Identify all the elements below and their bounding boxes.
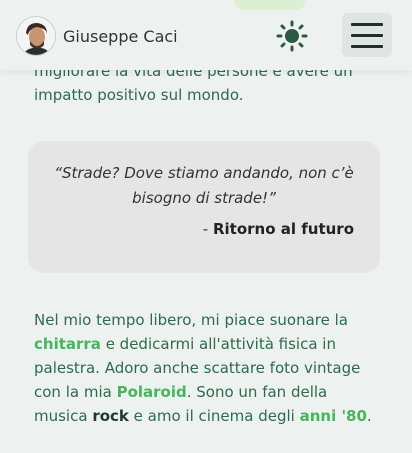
quote-box: “Strade? Dove stiamo andando, non c’è bi… <box>28 141 380 273</box>
quote-source-title: Ritorno al futuro <box>212 220 354 238</box>
hobbies-text: Nel mio tempo libero, mi piace suonare l… <box>34 311 348 329</box>
hamburger-menu-icon-bar <box>351 33 383 37</box>
avatar[interactable] <box>16 16 56 56</box>
highlight-guitar: chitarra <box>34 335 101 353</box>
site-header: Giuseppe Caci <box>0 0 412 70</box>
header-glow <box>235 0 305 10</box>
site-name[interactable]: Giuseppe Caci <box>63 27 178 46</box>
hamburger-menu-icon-bar <box>351 44 383 48</box>
highlight-eighties: anni '80 <box>299 407 367 425</box>
intro-line-2: impatto positivo sul mondo. <box>34 86 244 104</box>
quote-source: - Ritorno al futuro <box>203 220 354 238</box>
highlight-polaroid: Polaroid <box>116 383 187 401</box>
hamburger-menu-button[interactable] <box>342 13 392 57</box>
hobbies-text: e amo il cinema degli <box>128 407 300 425</box>
theme-toggle-button[interactable] <box>274 20 310 52</box>
quote-dash: - <box>202 220 213 238</box>
hobbies-text: . <box>366 407 372 425</box>
avatar-portrait-icon <box>17 17 55 55</box>
quote-text: “Strade? Dove stiamo andando, non c’è bi… <box>54 164 354 207</box>
hobbies-paragraph: Nel mio tempo libero, mi piace suonare l… <box>34 308 379 428</box>
sun-icon <box>276 20 308 52</box>
highlight-rock: rock <box>92 407 129 425</box>
hamburger-menu-icon-bar <box>351 22 383 26</box>
